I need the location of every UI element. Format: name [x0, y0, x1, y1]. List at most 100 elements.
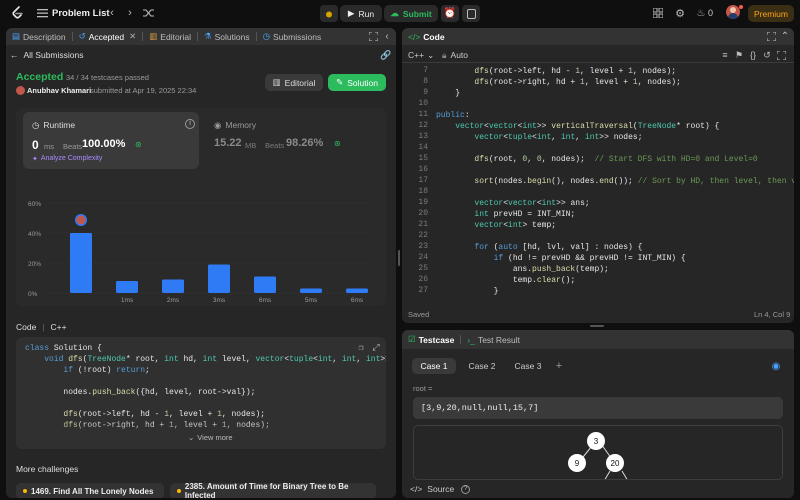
- author-name[interactable]: Anubhav Khamari: [27, 86, 91, 95]
- runtime-card[interactable]: ◷ Runtime i 0 ms Beats 100.00% ⊛ ✦ Analyze…: [23, 112, 199, 169]
- code-line: vector<int> temp;: [474, 221, 557, 230]
- line-number: 17: [418, 176, 428, 185]
- line-number: 27: [418, 286, 428, 295]
- settings-gear-icon[interactable]: ⚙: [674, 7, 686, 20]
- problem-list-icon[interactable]: [36, 7, 48, 19]
- tree-visualization: 3 9 20: [413, 425, 783, 480]
- testcase-panel: ☑ Testcase ›_ Test Result Case 1 Case 2 Ca…: [402, 330, 794, 498]
- line-number: 26: [418, 275, 428, 284]
- tab-test-result[interactable]: ›_ Test Result: [461, 330, 526, 349]
- more-challenges-heading: More challenges: [16, 464, 79, 474]
- editorial-button[interactable]: ▥ Editorial: [265, 74, 323, 91]
- line-number: 25: [418, 264, 428, 273]
- analyze-complexity-link[interactable]: ✦ Analyze Complexity: [32, 155, 102, 163]
- debug-icon[interactable]: [320, 5, 338, 22]
- case-3-tab[interactable]: Case 3: [506, 358, 550, 374]
- line-number: 10: [418, 99, 428, 108]
- status-accepted: Accepted: [16, 71, 64, 83]
- chevron-right-icon[interactable]: ›: [124, 7, 136, 19]
- close-icon[interactable]: ✕: [129, 31, 136, 42]
- x-tick-label: 2ms: [167, 297, 180, 304]
- code-line: sort(nodes.begin(), nodes.end()); // Sor…: [474, 177, 794, 186]
- premium-button[interactable]: Premium: [748, 5, 794, 22]
- code-line: if (!root) return;: [63, 366, 150, 375]
- code-line: }: [436, 287, 499, 296]
- code-header: Code | C++: [16, 322, 67, 332]
- tab-code[interactable]: </> Code: [402, 28, 451, 45]
- solution-button[interactable]: ✎ Solution: [328, 74, 386, 91]
- x-tick-label: 6ms: [259, 297, 272, 304]
- all-submissions-link[interactable]: ← All Submissions: [10, 50, 84, 60]
- tab-accepted[interactable]: ↺ Accepted ✕: [73, 28, 143, 45]
- add-case-icon[interactable]: +: [553, 360, 565, 372]
- panel-resizer[interactable]: [590, 325, 604, 327]
- y-tick-label: 40%: [28, 231, 41, 238]
- root-input[interactable]: [3,9,20,null,null,15,7]: [413, 397, 783, 419]
- code-line: for (auto [hd, lvl, val] : nodes) {: [474, 243, 643, 252]
- play-icon: ▶: [347, 8, 355, 18]
- tab-testcase[interactable]: ☑ Testcase: [402, 330, 460, 349]
- collapse-icon[interactable]: ‹: [382, 31, 392, 42]
- tree-node-label: 9: [575, 459, 580, 468]
- timer-icon[interactable]: ⏰: [441, 5, 459, 22]
- problem-list-link[interactable]: Problem List: [52, 8, 110, 19]
- expand-icon[interactable]: ⤢: [371, 343, 381, 353]
- submission-code-block: class Solution { void dfs(TreeNode* root…: [16, 337, 386, 449]
- run-button[interactable]: ▶ Run: [340, 5, 382, 22]
- code-line: dfs(root->left, hd - 1, level + 1, nodes…: [474, 67, 677, 76]
- line-number: 9: [423, 88, 428, 97]
- leetcode-logo-icon[interactable]: [10, 6, 24, 20]
- case-1-tab[interactable]: Case 1: [412, 358, 456, 374]
- difficulty-dot: [23, 489, 27, 493]
- panel-resizer[interactable]: [398, 250, 400, 266]
- x-tick-label: 6ms: [351, 297, 364, 304]
- left-panel: ▤ Description ↺ Accepted ✕ ▥ Editorial ⚗ Solu…: [6, 28, 396, 498]
- fullscreen-icon[interactable]: [776, 50, 786, 60]
- view-more-button[interactable]: ⌄ View more: [188, 433, 233, 442]
- challenge-link[interactable]: 2385. Amount of Time for Binary Tree to …: [170, 482, 376, 498]
- line-number: 24: [418, 253, 428, 262]
- code-line: dfs(root->right, hd + 1, level + 1, node…: [474, 78, 681, 87]
- tab-editorial[interactable]: ▥ Editorial: [143, 28, 197, 45]
- notes-icon[interactable]: [462, 5, 480, 22]
- eye-icon[interactable]: ◉: [770, 360, 782, 372]
- memory-unit: MB: [245, 141, 257, 150]
- cursor-position: Ln 4, Col 9: [754, 310, 791, 319]
- share-link-icon[interactable]: 🔗: [380, 50, 392, 61]
- chart-bar: [346, 288, 368, 293]
- code-line: vector<vector<int>> verticalTraversal(Tr…: [455, 122, 720, 131]
- help-circle-icon[interactable]: ?: [461, 484, 471, 494]
- case-2-tab[interactable]: Case 2: [460, 358, 504, 374]
- cloud-upload-icon: ☁: [390, 8, 399, 18]
- save-status: Saved: [408, 310, 430, 319]
- line-number: 14: [418, 143, 428, 152]
- code-area[interactable]: 7 dfs(root->left, hd - 1, level + 1, nod…: [402, 66, 794, 301]
- maximize-icon[interactable]: [766, 31, 776, 41]
- challenge-link[interactable]: 1469. Find All The Lonely Nodes: [16, 483, 164, 498]
- auto-mode-toggle[interactable]: 🔒︎ Auto: [442, 50, 468, 61]
- source-toggle[interactable]: </> Source ?: [408, 480, 794, 498]
- info-icon[interactable]: i: [185, 119, 195, 129]
- copy-icon[interactable]: ❐: [356, 343, 366, 353]
- line-number: 23: [418, 242, 428, 251]
- layout-grid-icon[interactable]: [652, 7, 664, 19]
- y-tick-label: 20%: [28, 261, 41, 268]
- reset-icon[interactable]: ↺: [762, 50, 772, 60]
- shuffle-icon[interactable]: [142, 7, 154, 19]
- tab-description[interactable]: ▤ Description: [6, 28, 72, 45]
- tab-submissions[interactable]: ◷ Submissions: [257, 28, 328, 45]
- tab-solutions[interactable]: ⚗ Solutions: [198, 28, 256, 45]
- y-tick-label: 60%: [28, 201, 41, 208]
- bookmark-icon[interactable]: ⚑: [734, 50, 744, 60]
- memory-tab[interactable]: ◉ Memory: [214, 120, 256, 131]
- braces-icon[interactable]: {}: [748, 50, 758, 60]
- maximize-icon[interactable]: [368, 31, 378, 41]
- format-icon[interactable]: ≡: [720, 50, 730, 60]
- collapse-icon[interactable]: ⌃: [780, 31, 790, 42]
- streak-fire-icon[interactable]: ♨: [696, 7, 706, 19]
- sparkle-icon: ✦: [32, 156, 38, 163]
- chevron-left-icon[interactable]: ‹: [106, 7, 118, 19]
- avatar[interactable]: [726, 5, 740, 19]
- submit-button[interactable]: ☁ Submit: [384, 5, 438, 22]
- language-select[interactable]: C++ ⌄: [408, 50, 434, 61]
